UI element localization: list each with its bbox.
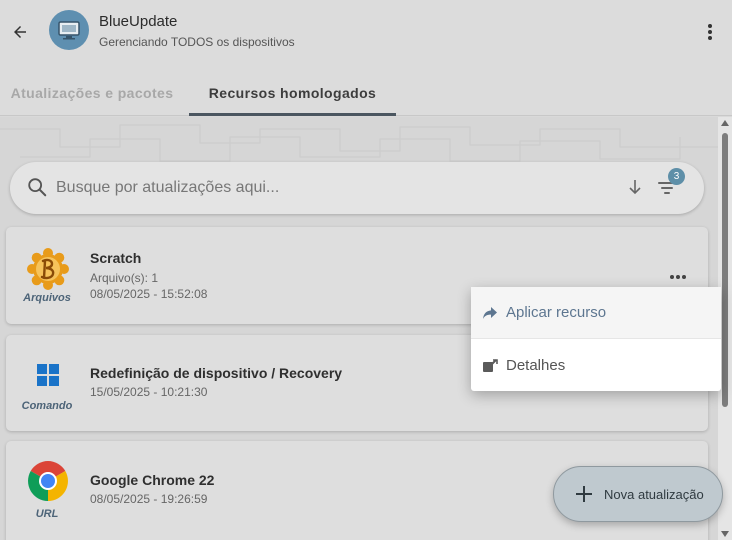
resource-file-count: Arquivo(s): 1 xyxy=(90,271,159,285)
resource-date: 15/05/2025 - 10:21:30 xyxy=(90,385,208,399)
search-input[interactable] xyxy=(56,176,576,200)
more-options-button[interactable] xyxy=(698,20,722,44)
scratch-icon xyxy=(27,248,69,290)
resource-date: 08/05/2025 - 19:26:59 xyxy=(90,492,208,506)
new-update-button[interactable]: Nova atualização xyxy=(553,466,723,522)
more-horizontal-icon xyxy=(670,275,686,279)
arrow-left-icon xyxy=(14,26,26,38)
monitor-icon xyxy=(58,21,80,40)
resource-title: Google Chrome 22 xyxy=(90,472,215,488)
app-subtitle: Gerenciando TODOS os dispositivos xyxy=(99,35,295,49)
resource-title: Redefinição de dispositivo / Recovery xyxy=(90,365,343,381)
windows-icon xyxy=(37,364,59,386)
menu-item-label: Aplicar recurso xyxy=(506,304,607,321)
plus-icon xyxy=(576,486,592,502)
tab-atualizacoes[interactable]: Atualizações e pacotes xyxy=(0,70,184,116)
app-avatar xyxy=(49,10,89,50)
search-icon xyxy=(28,178,47,197)
sort-arrow-down-icon[interactable] xyxy=(626,177,644,197)
chrome-icon xyxy=(28,461,68,501)
resource-icon-wrap xyxy=(26,459,70,503)
back-button[interactable] xyxy=(8,20,32,44)
search-bar: 3 xyxy=(10,162,704,214)
filter-count-badge: 3 xyxy=(668,168,685,185)
resource-date: 08/05/2025 - 15:52:08 xyxy=(90,287,208,301)
scroll-down-arrow[interactable] xyxy=(721,531,729,537)
new-update-label: Nova atualização xyxy=(604,486,704,502)
resource-type-label: URL xyxy=(35,508,59,520)
share-arrow-icon xyxy=(483,306,497,319)
tab-recursos-homologados[interactable]: Recursos homologados xyxy=(189,70,396,116)
menu-item-detalhes[interactable]: Detalhes xyxy=(471,340,721,391)
scroll-up-arrow[interactable] xyxy=(721,120,729,126)
tab-indicator xyxy=(189,113,396,116)
resource-icon-wrap xyxy=(26,247,70,291)
scrollbar-thumb[interactable] xyxy=(722,133,728,407)
resource-type-label: Arquivos xyxy=(23,292,71,304)
tab-bar: Atualizações e pacotes Recursos homologa… xyxy=(0,70,732,116)
resource-type-label: Comando xyxy=(21,400,73,412)
menu-item-label: Detalhes xyxy=(506,357,566,374)
menu-item-aplicar-recurso[interactable]: Aplicar recurso xyxy=(471,287,721,339)
kebab-menu-icon xyxy=(708,24,712,40)
app-title: BlueUpdate xyxy=(99,13,178,30)
app-bar: BlueUpdate Gerenciando TODOS os disposit… xyxy=(0,0,732,70)
resource-icon-wrap xyxy=(26,353,70,397)
edit-icon xyxy=(483,358,498,372)
card-more-button[interactable] xyxy=(666,269,690,285)
resource-title: Scratch xyxy=(90,250,142,266)
context-menu: Aplicar recurso Detalhes xyxy=(471,287,721,391)
